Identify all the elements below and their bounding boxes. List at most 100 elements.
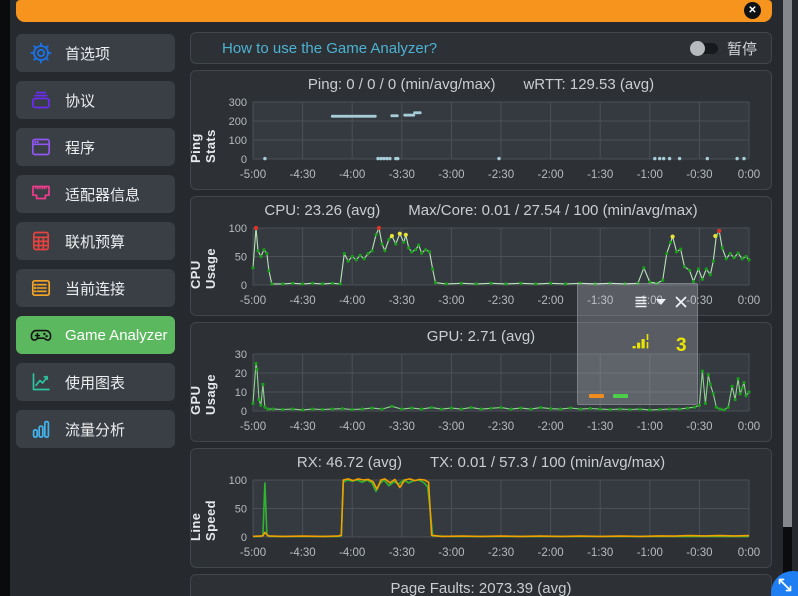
- svg-text:-4:30: -4:30: [289, 547, 315, 559]
- sidebar-item-traffic-analysis[interactable]: 流量分析: [16, 410, 175, 448]
- pause-label: 暂停: [727, 38, 757, 59]
- gamepad-icon: [29, 323, 53, 347]
- chart-title-right: Max/Core: 0.01 / 27.54 / 100 (min/avg/ma…: [408, 202, 697, 219]
- svg-text:-4:30: -4:30: [289, 421, 315, 433]
- sidebar-item-current-connections[interactable]: 当前连接: [16, 269, 175, 307]
- sidebar-item-label: Game Analyzer: [65, 327, 168, 344]
- svg-text:-5:00: -5:00: [240, 295, 266, 307]
- collapse-icon[interactable]: [654, 295, 668, 309]
- svg-text:-5:00: -5:00: [240, 547, 266, 559]
- sidebar-item-label: 使用图表: [65, 372, 125, 393]
- chart-title-left: GPU: 2.71 (avg): [427, 328, 535, 345]
- game-analyzer-window: ✕ 首选项协议程序适配器信息联机预算当前连接 Game Analyzer 使用图表流…: [0, 0, 798, 596]
- chart-panel-ping: Ping: 0 / 0 / 0 (min/avg/max)wRTT: 129.5…: [190, 70, 772, 190]
- svg-text:100: 100: [229, 475, 247, 487]
- svg-text:0:00: 0:00: [738, 169, 760, 181]
- close-icon[interactable]: ✕: [744, 2, 761, 19]
- svg-text:-2:00: -2:00: [537, 547, 563, 559]
- gear-icon: [29, 41, 53, 65]
- overlay-value: 3: [676, 335, 687, 357]
- svg-text:-1:30: -1:30: [587, 421, 613, 433]
- svg-text:-4:00: -4:00: [339, 547, 365, 559]
- svg-text:-2:00: -2:00: [537, 295, 563, 307]
- sidebar-item-game-analyzer[interactable]: Game Analyzer: [16, 316, 175, 354]
- svg-text:0: 0: [241, 154, 247, 166]
- sidebar-item-label: 协议: [65, 90, 95, 111]
- help-link[interactable]: How to use the Game Analyzer?: [222, 40, 437, 57]
- svg-text:-1:00: -1:00: [637, 421, 663, 433]
- calculator-icon: [29, 229, 53, 253]
- svg-text:300: 300: [229, 97, 247, 109]
- chart-title-right: wRTT: 129.53 (avg): [523, 76, 654, 93]
- sidebar-item-adapter-info[interactable]: 适配器信息: [16, 175, 175, 213]
- notification-banner: ✕: [16, 0, 772, 22]
- sidebar-item-online-budget[interactable]: 联机预算: [16, 222, 175, 260]
- stack-icon: [29, 88, 53, 112]
- toggle-knob-icon: [690, 41, 705, 56]
- chart-title-left: RX: 46.72 (avg): [297, 454, 402, 471]
- svg-text:-2:30: -2:30: [488, 547, 514, 559]
- sidebar-item-label: 流量分析: [65, 419, 125, 440]
- svg-text:-4:30: -4:30: [289, 169, 315, 181]
- sidebar-item-label: 当前连接: [65, 278, 125, 299]
- svg-text:-3:30: -3:30: [389, 547, 415, 559]
- resize-arrows-icon: [774, 574, 796, 596]
- line-chart-icon: [29, 370, 53, 394]
- svg-text:-3:00: -3:00: [438, 421, 464, 433]
- svg-text:-5:00: -5:00: [240, 421, 266, 433]
- chart-title-left: CPU: 23.26 (avg): [264, 202, 380, 219]
- scrollbar-thumb[interactable]: [783, 0, 792, 527]
- svg-text:-1:30: -1:30: [587, 547, 613, 559]
- line-speed-plot[interactable]: -5:00 -4:30 -4:00 -3:30 -3:00 -2:30 -2:00 -1:30…: [215, 475, 771, 567]
- chart-title: RX: 46.72 (avg) TX: 0.01 / 57.3 / 100 (mi…: [191, 449, 771, 475]
- legend-dash-orange: [589, 394, 604, 398]
- svg-text:-4:30: -4:30: [289, 295, 315, 307]
- svg-text:-3:30: -3:30: [389, 295, 415, 307]
- svg-text:-1:00: -1:00: [637, 547, 663, 559]
- sidebar-item-preferences[interactable]: 首选项: [16, 34, 175, 72]
- sidebar-item-protocols[interactable]: 协议: [16, 81, 175, 119]
- list-icon[interactable]: [634, 295, 648, 309]
- svg-text:-3:00: -3:00: [438, 295, 464, 307]
- sidebar-item-usage-charts[interactable]: 使用图表: [16, 363, 175, 401]
- svg-text:-3:30: -3:30: [389, 169, 415, 181]
- svg-text:10: 10: [235, 387, 247, 399]
- svg-text:0:00: 0:00: [738, 421, 760, 433]
- close-icon[interactable]: [674, 295, 688, 309]
- pause-toggle[interactable]: [691, 43, 718, 54]
- resize-button[interactable]: [771, 571, 798, 596]
- list-icon: [29, 276, 53, 300]
- svg-text:100: 100: [229, 135, 247, 147]
- svg-text:-0:30: -0:30: [686, 169, 712, 181]
- svg-text:0: 0: [241, 280, 247, 292]
- svg-text:0: 0: [241, 532, 247, 544]
- sidebar-item-label: 首选项: [65, 43, 110, 64]
- window-edge: [0, 0, 10, 596]
- svg-text:-2:30: -2:30: [488, 421, 514, 433]
- ping-plot[interactable]: -5:00-4:30-4:00-3:30-3:00-2:30-2:00-1:30…: [215, 97, 771, 189]
- svg-text:-2:30: -2:30: [488, 295, 514, 307]
- chart-panel-page-faults: Page Faults: 2073.39 (avg): [190, 574, 772, 596]
- svg-text:-0:30: -0:30: [686, 547, 712, 559]
- svg-text:0:00: 0:00: [738, 295, 760, 307]
- y-axis-label: Line Speed: [191, 475, 215, 541]
- sidebar: 首选项协议程序适配器信息联机预算当前连接 Game Analyzer 使用图表流量分…: [16, 34, 175, 457]
- pause-toggle-group: 暂停: [691, 38, 757, 59]
- svg-text:-3:00: -3:00: [438, 547, 464, 559]
- svg-text:-0:30: -0:30: [686, 421, 712, 433]
- svg-text:-2:00: -2:00: [537, 421, 563, 433]
- chart-title-right: TX: 0.01 / 57.3 / 100 (min/avg/max): [430, 454, 665, 471]
- chart-title: CPU: 23.26 (avg) Max/Core: 0.01 / 27.54 /…: [191, 197, 771, 223]
- window-icon: [29, 135, 53, 159]
- sidebar-item-label: 程序: [65, 137, 95, 158]
- chart-title-left: Page Faults: 2073.39 (avg): [391, 580, 572, 596]
- svg-text:100: 100: [229, 223, 247, 235]
- chart-title: Ping: 0 / 0 / 0 (min/avg/max)wRTT: 129.5…: [191, 71, 771, 97]
- chart-panel-line-speed: RX: 46.72 (avg) TX: 0.01 / 57.3 / 100 (mi…: [190, 448, 772, 568]
- chart-body: Line Speed -5:00 -4:30 -4:00 -3:30 -3:00 -2:30…: [191, 475, 771, 567]
- sidebar-item-programs[interactable]: 程序: [16, 128, 175, 166]
- svg-text:-2:30: -2:30: [488, 169, 514, 181]
- svg-text:0: 0: [241, 406, 247, 418]
- y-axis-label: GPU Usage: [191, 349, 215, 415]
- y-axis-label: CPU Usage: [191, 223, 215, 289]
